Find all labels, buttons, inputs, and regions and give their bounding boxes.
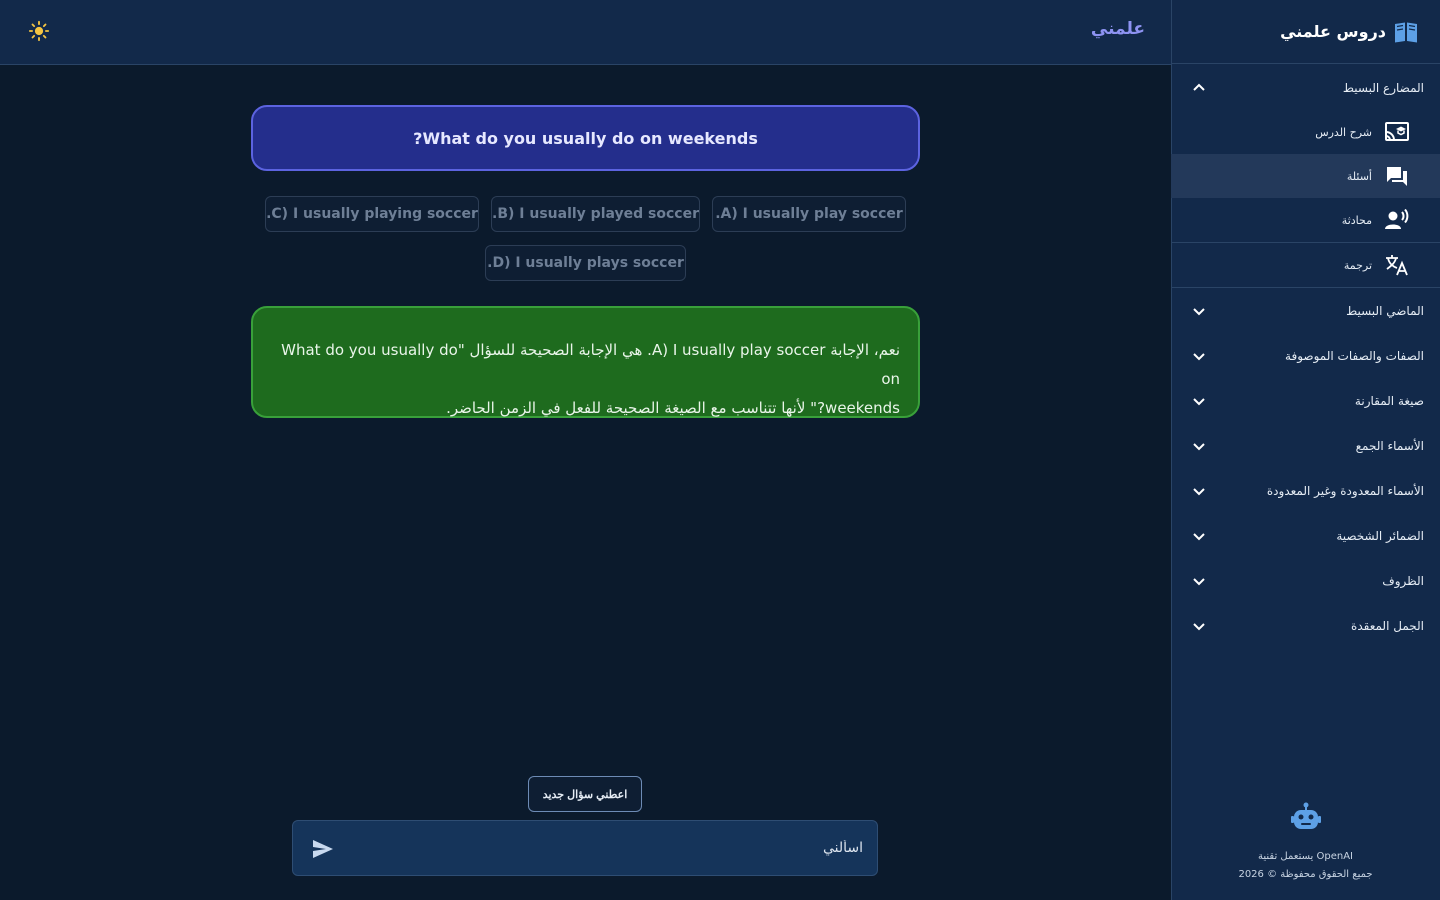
- subitem-conversation[interactable]: محادثة: [1171, 198, 1440, 242]
- top-bar: علمني: [0, 0, 1171, 65]
- translate-icon: [1386, 255, 1408, 276]
- subitem-label: ترجمة: [1343, 258, 1372, 272]
- chevron-down-icon: [1193, 487, 1205, 495]
- forum-icon: [1387, 167, 1407, 186]
- cast-for-education-icon: [1385, 122, 1409, 141]
- sun-icon[interactable]: [28, 20, 50, 42]
- option-a-button[interactable]: .A) I usually play soccer: [712, 196, 906, 232]
- robot-icon: [1290, 802, 1321, 829]
- subitem-label: شرح الدرس: [1315, 125, 1372, 139]
- subitem-lesson-explanation[interactable]: شرح الدرس: [1171, 110, 1440, 154]
- brand-title[interactable]: علمني: [1091, 19, 1145, 39]
- subitem-translation[interactable]: ترجمة: [1171, 243, 1440, 287]
- chevron-down-icon: [1193, 577, 1205, 585]
- section-past-simple[interactable]: الماضي البسيط: [1171, 288, 1440, 333]
- sidebar: دروس علمني المضارع البسيط شرح الدرس أسئل…: [1171, 0, 1440, 900]
- section-label: الأسماء المعدودة وغير المعدودة: [1266, 483, 1424, 498]
- chevron-up-icon: [1193, 83, 1205, 91]
- record-voice-icon: [1385, 208, 1409, 229]
- section-label: المضارع البسيط: [1342, 80, 1424, 95]
- section-present-simple[interactable]: المضارع البسيط: [1171, 65, 1440, 110]
- chevron-down-icon: [1193, 442, 1205, 450]
- chat-box: [292, 820, 878, 876]
- question-card: ?What do you usually do on weekends: [251, 105, 920, 171]
- section-label: الضمائر الشخصية: [1336, 528, 1424, 543]
- section-label: الجمل المعقدة: [1351, 618, 1424, 633]
- section-label: الظروف: [1382, 573, 1424, 588]
- subitem-label: أسئلة: [1346, 169, 1372, 183]
- sidebar-header: دروس علمني: [1172, 0, 1440, 64]
- section-personal-pronouns[interactable]: الضمائر الشخصية: [1171, 513, 1440, 558]
- option-b-button[interactable]: .B) I usually played soccer: [491, 196, 700, 232]
- chevron-down-icon: [1193, 397, 1205, 405]
- subitem-label: محادثة: [1341, 213, 1372, 227]
- answer-line-1: نعم، الإجابة A) I usually play soccer. ه…: [281, 341, 900, 388]
- section-label: الصفات والصفات الموصوفة: [1285, 348, 1424, 363]
- section-label: صيغة المقارنة: [1354, 393, 1424, 408]
- chevron-down-icon: [1193, 352, 1205, 360]
- chat-input[interactable]: [363, 821, 863, 875]
- section-label: الماضي البسيط: [1346, 303, 1424, 318]
- subitem-questions[interactable]: أسئلة: [1171, 154, 1440, 198]
- powered-by-text: يستعمل تقنية OpenAI: [1257, 851, 1353, 862]
- send-icon[interactable]: [311, 837, 335, 861]
- new-question-button[interactable]: اعطني سؤال جديد: [528, 776, 642, 812]
- section-complex-sentences[interactable]: الجمل المعقدة: [1171, 603, 1440, 648]
- copyright-text: جميع الحقوق محفوظة © 2026: [1238, 869, 1373, 880]
- section-label: الأسماء الجمع: [1355, 438, 1424, 453]
- section-adverbs[interactable]: الظروف: [1171, 558, 1440, 603]
- chevron-down-icon: [1193, 622, 1205, 630]
- section-plural-nouns[interactable]: الأسماء الجمع: [1171, 423, 1440, 468]
- chevron-down-icon: [1193, 532, 1205, 540]
- book-icon: [1395, 22, 1417, 42]
- sidebar-footer: يستعمل تقنية OpenAI جميع الحقوق محفوظة ©…: [1171, 802, 1440, 884]
- sidebar-title: دروس علمني: [1280, 22, 1386, 41]
- answer-line-2: weekends?" لأنها تتناسب مع الصيغة الصحيح…: [446, 399, 900, 417]
- option-c-button[interactable]: .C) I usually playing soccer: [265, 196, 479, 232]
- option-d-button[interactable]: .D) I usually plays soccer: [485, 245, 686, 281]
- answer-feedback-card: نعم، الإجابة A) I usually play soccer. ه…: [251, 306, 920, 418]
- section-comparatives[interactable]: صيغة المقارنة: [1171, 378, 1440, 423]
- section-countable-nouns[interactable]: الأسماء المعدودة وغير المعدودة: [1171, 468, 1440, 513]
- chevron-down-icon: [1193, 307, 1205, 315]
- section-adjectives[interactable]: الصفات والصفات الموصوفة: [1171, 333, 1440, 378]
